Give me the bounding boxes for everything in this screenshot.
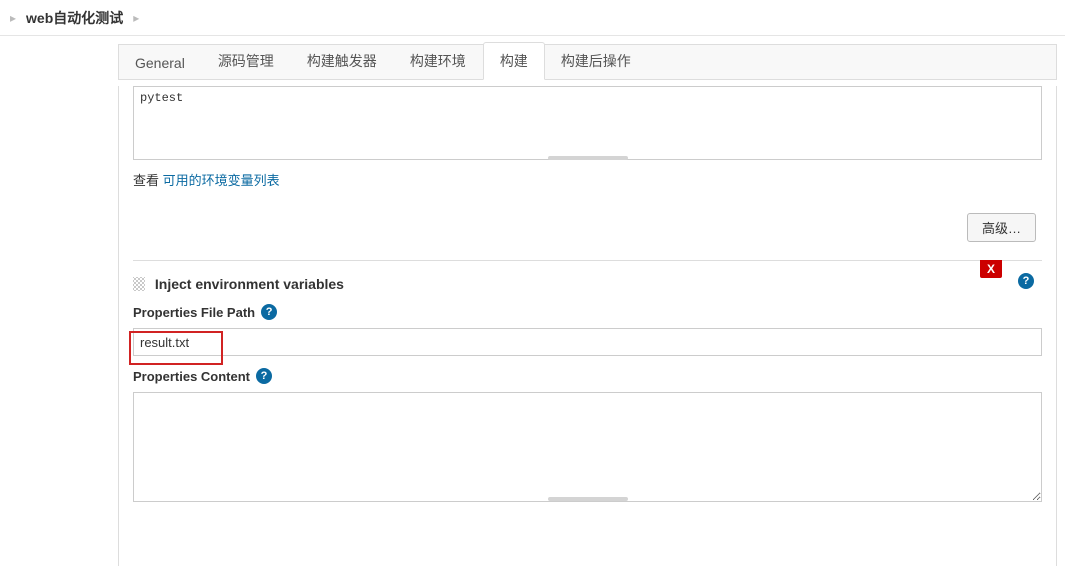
tab-triggers[interactable]: 构建触发器 xyxy=(291,43,394,79)
properties-content-row: Properties Content ? xyxy=(133,368,1042,384)
properties-content-label: Properties Content xyxy=(133,369,250,384)
chevron-right-icon: ▸ xyxy=(6,11,20,25)
help-icon[interactable]: ? xyxy=(1018,273,1034,289)
resize-handle-icon[interactable] xyxy=(548,497,628,501)
shell-command-textarea[interactable]: pytest xyxy=(133,86,1042,160)
breadcrumb: ▸ web自动化测试 ▸ xyxy=(0,0,1065,36)
tab-scm[interactable]: 源码管理 xyxy=(202,43,291,79)
properties-file-path-input[interactable] xyxy=(133,328,1042,356)
tab-post-build[interactable]: 构建后操作 xyxy=(545,43,648,79)
config-form-body: pytest 查看 可用的环境变量列表 高级… X ? Inject envir… xyxy=(118,86,1057,566)
resize-handle-icon[interactable] xyxy=(548,156,628,160)
advanced-button[interactable]: 高级… xyxy=(967,213,1036,242)
tab-build[interactable]: 构建 xyxy=(483,42,545,80)
help-icon[interactable]: ? xyxy=(261,304,277,320)
properties-file-path-label: Properties File Path xyxy=(133,305,255,320)
properties-file-path-input-wrapper xyxy=(133,328,1042,356)
inject-env-vars-section: X ? Inject environment variables Propert… xyxy=(133,260,1042,502)
config-tabs: General 源码管理 构建触发器 构建环境 构建 构建后操作 xyxy=(118,44,1057,80)
section-title: Inject environment variables xyxy=(155,276,344,292)
drag-handle-icon[interactable] xyxy=(133,277,145,291)
properties-content-wrapper xyxy=(133,392,1042,502)
advanced-button-row: 高级… xyxy=(133,213,1042,242)
tab-general[interactable]: General xyxy=(119,47,202,79)
tab-build-env[interactable]: 构建环境 xyxy=(394,43,483,79)
properties-file-path-row: Properties File Path ? xyxy=(133,304,1042,320)
shell-command-value: pytest xyxy=(140,91,183,105)
env-vars-hint: 查看 可用的环境变量列表 xyxy=(133,170,1042,189)
help-icon[interactable]: ? xyxy=(256,368,272,384)
properties-content-textarea[interactable] xyxy=(133,392,1042,502)
breadcrumb-title[interactable]: web自动化测试 xyxy=(20,8,129,28)
env-vars-link[interactable]: 可用的环境变量列表 xyxy=(163,173,280,188)
env-hint-prefix: 查看 xyxy=(133,173,163,188)
chevron-right-icon: ▸ xyxy=(129,11,143,25)
delete-step-button[interactable]: X xyxy=(980,260,1002,278)
